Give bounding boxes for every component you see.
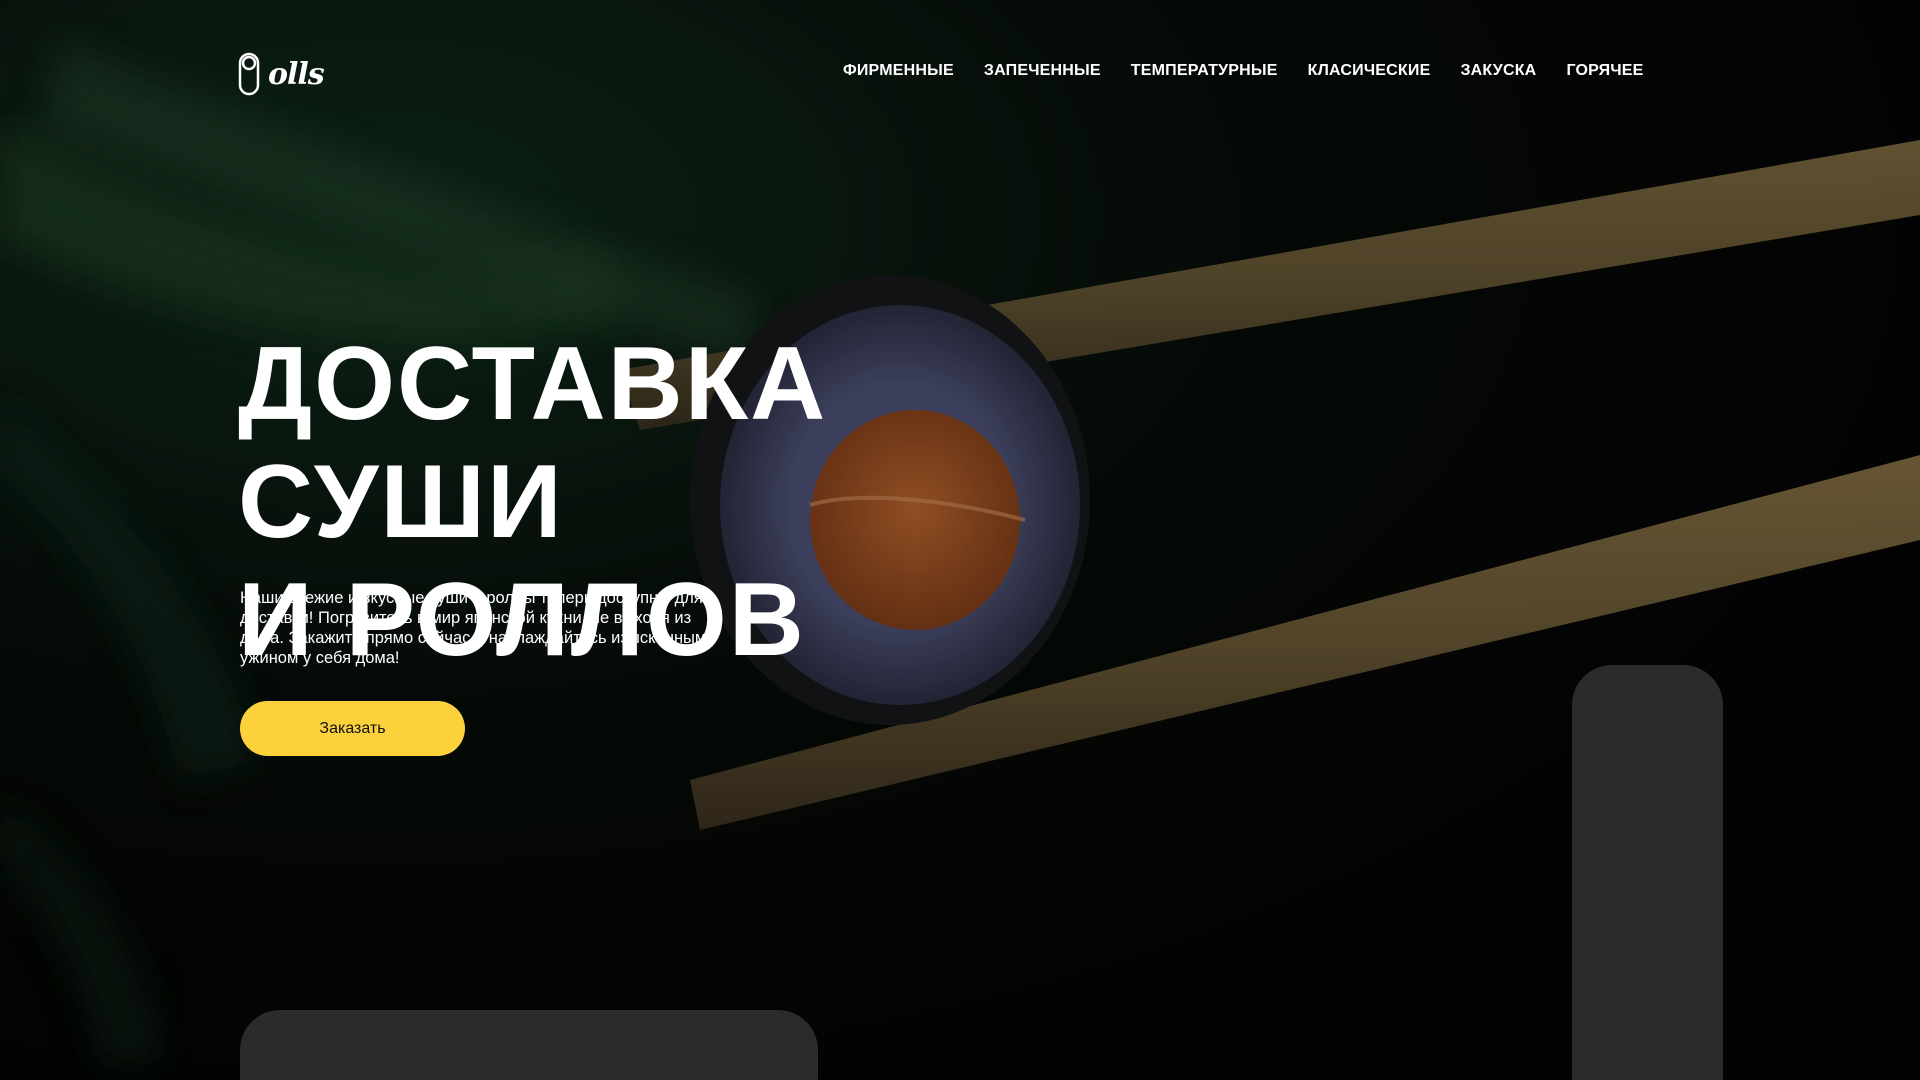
nav-item-snacks[interactable]: ЗАКУСКА: [1460, 62, 1536, 80]
order-button[interactable]: Заказать: [240, 701, 465, 756]
hero-description: Наши свежие и вкусные суши и роллы тепер…: [240, 589, 707, 667]
main-nav: ФИРМЕННЫЕ ЗАПЕЧЕННЫЕ ТЕМПЕРАТУРНЫЕ КЛАСИ…: [843, 62, 1644, 80]
nav-item-hot[interactable]: ГОРЯЧЕЕ: [1566, 62, 1643, 80]
brand-name: olls: [268, 56, 325, 92]
brand-logo[interactable]: olls: [238, 50, 328, 98]
nav-item-classic[interactable]: КЛАСИЧЕСКИЕ: [1308, 62, 1431, 80]
side-panel-card: [1572, 665, 1723, 1080]
hero-title-line-1: ДОСТАВКА СУШИ: [238, 326, 828, 560]
bottom-panel-card: [240, 1010, 818, 1080]
nav-item-tempura[interactable]: ТЕМПЕРАТУРНЫЕ: [1131, 62, 1278, 80]
nav-item-baked[interactable]: ЗАПЕЧЕННЫЕ: [984, 62, 1101, 80]
nav-item-signature[interactable]: ФИРМЕННЫЕ: [843, 62, 954, 80]
roll-icon: [238, 52, 260, 96]
